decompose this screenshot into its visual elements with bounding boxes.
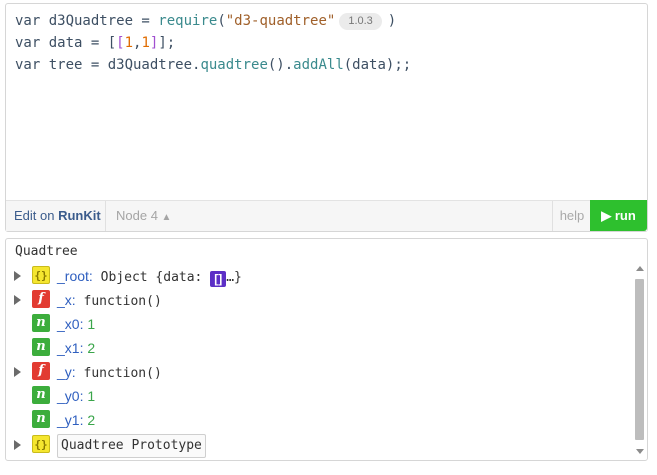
tree-row-x[interactable]: f _x: function() — [6, 288, 626, 312]
object-type-icon: {} — [32, 435, 50, 453]
expand-arrow-icon[interactable] — [14, 440, 21, 450]
output-title: Quadtree — [15, 244, 78, 259]
object-type-icon: {} — [32, 266, 50, 284]
editor-toolbar: Edit on RunKit Node 4 ▲︎ help ▶︎ run — [6, 200, 647, 231]
expand-arrow-icon[interactable] — [14, 271, 21, 281]
number-type-icon: n — [32, 314, 50, 332]
scroll-thumb[interactable] — [635, 279, 644, 440]
scroll-up-icon[interactable] — [636, 266, 644, 271]
function-type-icon: f — [32, 290, 50, 308]
array-type-icon: [] — [210, 271, 227, 287]
package-version-badge[interactable]: 1.0.3 — [339, 13, 382, 30]
number-type-icon: n — [32, 338, 50, 356]
property-key: _y — [57, 364, 72, 380]
property-key: _x — [57, 292, 72, 308]
property-key: _x1 — [57, 340, 80, 356]
play-icon: ▶︎ — [601, 208, 612, 223]
tree-row-y[interactable]: f _y: function() — [6, 360, 626, 384]
property-key: _x0 — [57, 316, 80, 332]
code-line-3: var tree = d3Quadtree.quadtree().addAll(… — [15, 57, 412, 73]
expand-arrow-icon[interactable] — [14, 367, 21, 377]
tree-row-x1: n _x1: 2 — [6, 336, 626, 360]
number-type-icon: n — [32, 410, 50, 428]
tree-row-root[interactable]: {} _root: Object {data: []…} — [6, 264, 626, 288]
updown-icon: ▲︎ — [161, 212, 172, 223]
property-key: _root — [57, 268, 89, 284]
object-tree: {} _root: Object {data: []…} f _x: funct… — [6, 264, 626, 458]
code-editor[interactable]: var d3Quadtree = require("d3-quadtree" 1.… — [5, 3, 648, 232]
node-version-select[interactable]: Node 4 ▲︎ — [105, 201, 171, 231]
code-line-1: var d3Quadtree = require("d3-quadtree" 1.… — [15, 13, 397, 30]
tree-row-prototype[interactable]: {} Quadtree Prototype — [6, 432, 626, 458]
number-type-icon: n — [32, 386, 50, 404]
scroll-down-icon[interactable] — [636, 449, 644, 454]
tree-row-y1: n _y1: 2 — [6, 408, 626, 432]
code-area[interactable]: var d3Quadtree = require("d3-quadtree" 1.… — [15, 10, 411, 76]
output-scrollbar[interactable] — [635, 266, 644, 454]
tree-row-y0: n _y0: 1 — [6, 384, 626, 408]
tree-row-x0: n _x0: 1 — [6, 312, 626, 336]
edit-on-runkit-link[interactable]: Edit on RunKit — [14, 201, 101, 231]
prototype-label[interactable]: Quadtree Prototype — [57, 434, 206, 458]
function-type-icon: f — [32, 362, 50, 380]
expand-arrow-icon[interactable] — [14, 295, 21, 305]
property-key: _y1 — [57, 412, 80, 428]
property-key: _y0 — [57, 388, 80, 404]
code-line-2: var data = [[1,1]]; — [15, 35, 176, 51]
run-button[interactable]: ▶︎ run — [590, 200, 647, 231]
help-button[interactable]: help — [552, 201, 591, 231]
output-panel: Quadtree {} _root: Object {data: []…} f … — [5, 238, 648, 461]
